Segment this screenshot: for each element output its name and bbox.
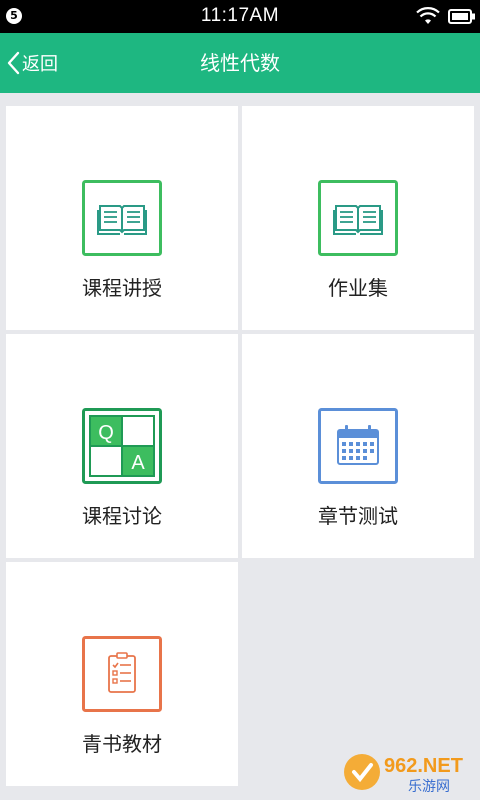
page-title: 线性代数 <box>200 51 280 75</box>
tile-label: 课程讨论 <box>82 504 162 528</box>
clipboard-icon <box>82 636 162 712</box>
tile-textbook[interactable]: 青书教材 <box>6 562 238 786</box>
wifi-icon <box>416 7 440 24</box>
battery-icon <box>448 9 475 24</box>
status-bar: 5 11:17AM <box>0 0 480 33</box>
app-screen: 5 11:17AM 返回 线性代数 课程讲授 作业集 Q A 课程讨论 章节测试… <box>0 0 480 800</box>
tile-chapter-test[interactable]: 章节测试 <box>242 334 474 558</box>
tile-label: 作业集 <box>328 276 388 300</box>
tile-course-lecture[interactable]: 课程讲授 <box>6 106 238 330</box>
tile-course-discussion[interactable]: Q A 课程讨论 <box>6 334 238 558</box>
tile-label: 青书教材 <box>82 732 162 756</box>
tile-label: 章节测试 <box>318 504 398 528</box>
tile-label: 课程讲授 <box>82 276 162 300</box>
qa-a-letter: A <box>131 452 145 474</box>
watermark-brand: 962.NET <box>384 755 463 777</box>
title-bar: 返回 线性代数 <box>0 33 480 93</box>
site-watermark: 962.NET 乐游网 <box>344 754 463 795</box>
open-book-icon <box>82 180 162 256</box>
calendar-icon <box>318 408 398 484</box>
watermark-subtitle: 乐游网 <box>408 779 450 795</box>
tile-homework[interactable]: 作业集 <box>242 106 474 330</box>
qa-q-letter: Q <box>98 422 114 444</box>
status-time: 11:17AM <box>200 5 280 26</box>
open-book-icon <box>318 180 398 256</box>
qa-icon: Q A <box>82 408 162 484</box>
